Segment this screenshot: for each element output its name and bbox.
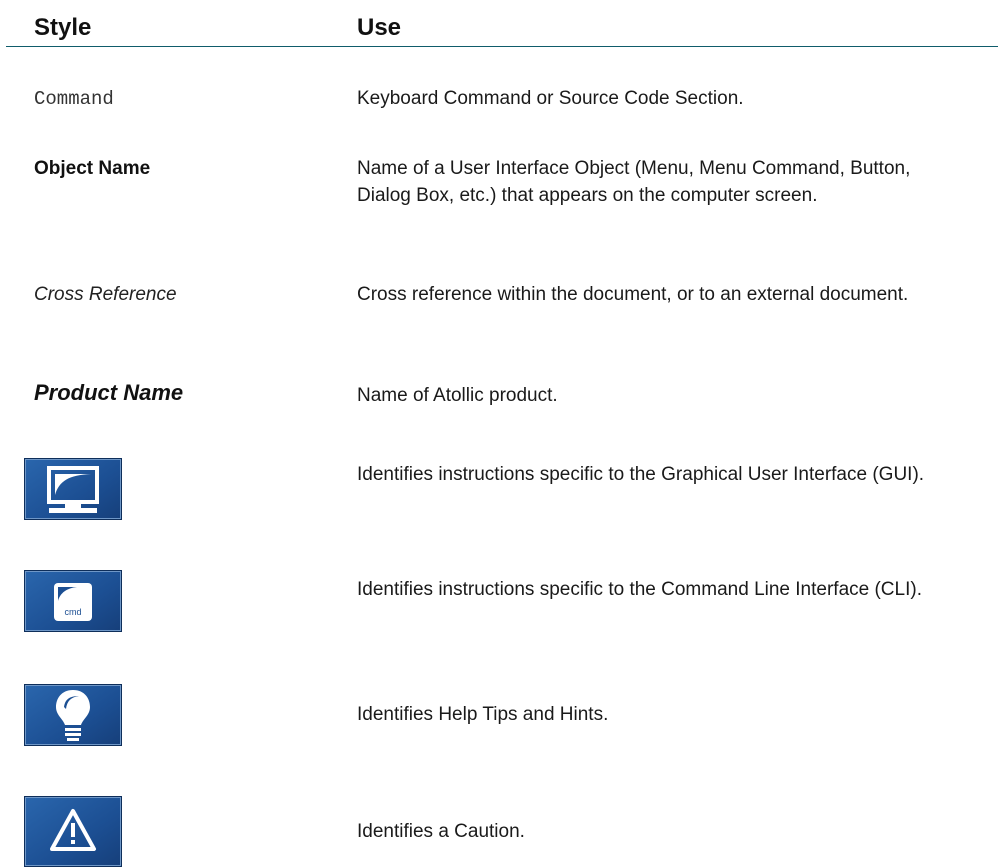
- lightbulb-tip-icon: [24, 684, 122, 746]
- cli-cmd-icon: cmd: [24, 570, 122, 632]
- header-use: Use: [357, 14, 402, 41]
- use-caution: Identifies a Caution.: [357, 821, 525, 842]
- gui-monitor-icon: [24, 458, 122, 520]
- use-cli: Identifies instructions specific to the …: [357, 579, 922, 600]
- warning-caution-icon: [24, 796, 122, 867]
- style-command: Command: [34, 88, 114, 110]
- use-cross-reference: Cross reference within the document, or …: [357, 284, 909, 305]
- table-header: Style Use: [6, 0, 998, 47]
- use-gui: Identifies instructions specific to the …: [357, 464, 925, 485]
- use-object-name: Name of a User Interface Object (Menu, M…: [357, 158, 911, 206]
- style-object-name: Object Name: [34, 158, 151, 179]
- style-cross-reference: Cross Reference: [34, 284, 177, 305]
- header-style: Style: [34, 14, 92, 41]
- cli-icon-label: cmd: [64, 607, 81, 617]
- use-tip: Identifies Help Tips and Hints.: [357, 704, 609, 725]
- use-product-name: Name of Atollic product.: [357, 385, 558, 406]
- use-command: Keyboard Command or Source Code Section.: [357, 88, 744, 109]
- style-product-name: Product Name: [34, 380, 184, 405]
